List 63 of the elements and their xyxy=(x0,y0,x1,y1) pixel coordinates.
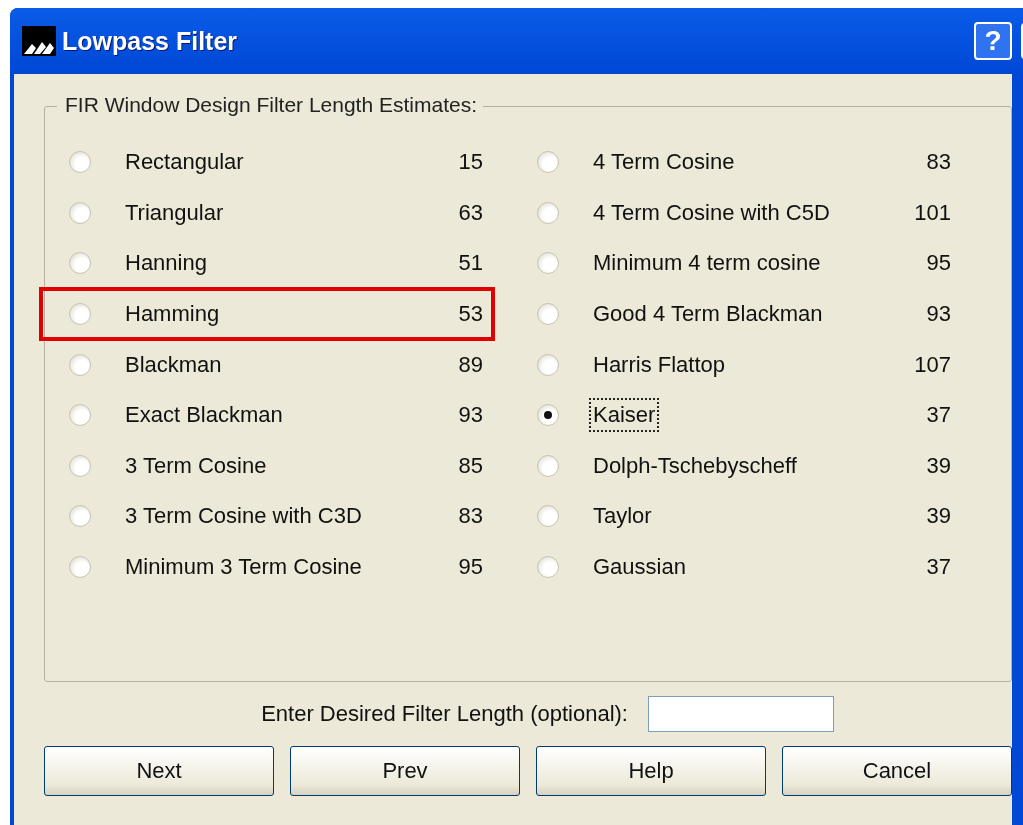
radio-button[interactable] xyxy=(537,505,559,528)
length-estimate: 39 xyxy=(925,503,951,530)
window-title: Lowpass Filter xyxy=(62,26,238,56)
radio-label[interactable]: 3 Term Cosine with C3D xyxy=(121,499,366,534)
radio-button[interactable] xyxy=(69,201,91,224)
length-estimate: 39 xyxy=(925,452,951,479)
radio-button[interactable] xyxy=(537,454,559,477)
dialog-button[interactable]: Prev xyxy=(290,746,520,796)
help-button[interactable]: ? xyxy=(974,22,1012,60)
length-estimate: 93 xyxy=(925,301,951,328)
length-estimate: 83 xyxy=(925,149,951,176)
radio-button[interactable] xyxy=(537,201,559,224)
length-estimate: 15 xyxy=(457,149,483,176)
radio-button[interactable] xyxy=(537,404,559,427)
radio-label[interactable]: Rectangular xyxy=(121,145,248,180)
radio-button[interactable] xyxy=(69,505,91,528)
radio-label[interactable]: Good 4 Term Blackman xyxy=(589,297,827,332)
radio-label[interactable]: Minimum 3 Term Cosine xyxy=(121,550,366,585)
length-estimate: 83 xyxy=(457,503,483,530)
length-estimate: 53 xyxy=(457,301,483,328)
length-estimate: 89 xyxy=(457,351,483,378)
radio-label[interactable]: Taylor xyxy=(589,499,656,534)
radio-label[interactable]: 4 Term Cosine with C5D xyxy=(589,195,834,230)
dialog-button[interactable]: Next xyxy=(44,746,274,796)
radio-button[interactable] xyxy=(69,454,91,477)
radio-label[interactable]: Exact Blackman xyxy=(121,398,287,433)
dialog-button[interactable]: Cancel xyxy=(782,746,1012,796)
length-estimate: 51 xyxy=(457,250,483,277)
radio-label[interactable]: Kaiser xyxy=(589,398,660,433)
radio-label[interactable]: Hamming xyxy=(121,297,224,332)
radio-label[interactable]: 4 Term Cosine xyxy=(589,145,739,180)
radio-label[interactable]: 3 Term Cosine xyxy=(121,448,271,483)
radio-label[interactable]: Hanning xyxy=(121,246,211,281)
radio-label[interactable]: Blackman xyxy=(121,347,226,382)
radio-button[interactable] xyxy=(537,303,559,326)
length-estimate: 95 xyxy=(925,250,951,277)
field-label: Enter Desired Filter Length (optional): xyxy=(261,701,628,727)
radio-button[interactable] xyxy=(69,151,91,174)
radio-label[interactable]: Triangular xyxy=(121,195,228,230)
radio-button[interactable] xyxy=(537,556,559,579)
radio-button[interactable] xyxy=(69,252,91,275)
radio-button[interactable] xyxy=(537,252,559,275)
radio-label[interactable]: Gaussian xyxy=(589,550,690,585)
length-estimate: 101 xyxy=(913,199,951,226)
length-estimate: 107 xyxy=(913,351,951,378)
input-field[interactable] xyxy=(648,696,834,732)
length-estimate: 95 xyxy=(457,554,483,581)
dialog-button[interactable]: Help xyxy=(536,746,766,796)
radio-button[interactable] xyxy=(69,353,91,376)
radio-button[interactable] xyxy=(69,303,91,326)
length-estimate: 37 xyxy=(925,402,951,429)
length-estimate: 85 xyxy=(457,452,483,479)
app-logo-icon xyxy=(22,26,56,56)
radio-button[interactable] xyxy=(69,404,91,427)
radio-label[interactable]: Minimum 4 term cosine xyxy=(589,246,825,281)
radio-button[interactable] xyxy=(537,151,559,174)
radio-button[interactable] xyxy=(69,556,91,579)
length-estimate: 63 xyxy=(457,199,483,226)
radio-label[interactable]: Harris Flattop xyxy=(589,347,730,382)
radio-label[interactable]: Dolph-Tschebyscheff xyxy=(589,448,801,483)
radio-button[interactable] xyxy=(537,353,559,376)
length-estimate: 37 xyxy=(925,554,951,581)
length-estimate: 93 xyxy=(457,402,483,429)
